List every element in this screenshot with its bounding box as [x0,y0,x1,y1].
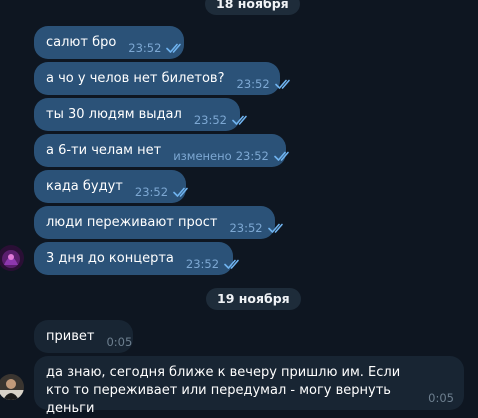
message-bubble[interactable]: салют бро 23:52 [34,26,184,59]
message-time: 23:52 [128,40,162,55]
message-meta: изменено 23:52 [173,149,292,163]
message-bubble[interactable]: да знаю, сегодня ближе к вечеру пришлю и… [34,356,464,416]
double-check-icon [232,115,247,125]
message-meta: 23:52 [194,113,250,127]
message-meta: 23:52 [128,41,184,55]
message-bubble[interactable]: када будут 23:52 [34,170,188,203]
message-time: 23:52 [185,256,220,271]
double-check-icon [224,259,239,269]
message-bubble[interactable]: ты 30 людям выдал 23:52 [34,98,247,131]
date-divider-19-nov: 19 ноября [206,288,301,310]
message-meta: 23:52 [135,185,191,199]
message-time: 0:05 [106,334,133,349]
contact-avatar[interactable] [0,374,24,400]
message-bubble[interactable]: а 6-ти челам нет изменено 23:52 [34,134,289,167]
sender-avatar[interactable] [0,245,24,271]
message-meta: 23:52 [229,221,285,235]
message-time: 23:52 [236,76,270,91]
message-time: 23:52 [193,112,227,127]
message-text: а 6-ти челам нет [46,143,162,158]
message-text: 3 дня до концерта [46,251,174,266]
message-time: 0:05 [428,391,454,405]
double-check-icon [166,43,182,53]
message-text: ты 30 людям выдал [46,107,182,122]
message-meta: 23:52 [237,77,293,91]
edited-label: изменено [173,148,232,163]
message-time: 23:52 [134,184,169,199]
double-check-icon [173,187,188,197]
message-text: салют бро [46,35,117,50]
message-bubble[interactable]: а чо у челов нет билетов? 23:52 [34,62,290,95]
message-meta: 0:05 [428,391,454,405]
message-time: 23:52 [229,220,263,235]
message-bubble[interactable]: привет 0:05 [34,320,133,353]
message-text: а чо у челов нет билетов? [46,71,225,86]
double-check-icon [267,223,283,233]
message-bubble[interactable]: 3 дня до концерта 23:52 [34,242,239,275]
message-text: када будут [46,179,123,194]
message-time: 23:52 [235,148,269,163]
message-meta: 0:05 [106,335,132,349]
message-text: привет [46,329,95,344]
double-check-icon [274,151,289,161]
message-meta: 23:52 [186,257,242,271]
message-text: да знаю, сегодня ближе к вечеру пришлю и… [46,365,401,416]
sender-avatar-image [0,245,24,271]
message-bubble[interactable]: люди переживают прост 23:52 [34,206,283,239]
message-text: люди переживают прост [46,215,218,230]
double-check-icon [274,79,290,89]
date-divider-18-nov: 18 ноября [205,0,300,15]
contact-avatar-image [0,374,24,400]
